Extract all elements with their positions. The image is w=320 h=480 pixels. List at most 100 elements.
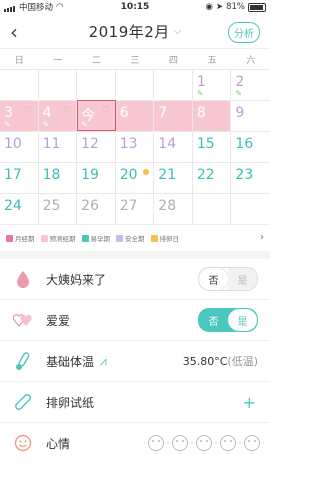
period-no-option[interactable]: 否 <box>199 268 228 290</box>
calendar-day[interactable]: 27 <box>115 193 155 224</box>
calendar-day[interactable]: 23 <box>231 162 270 193</box>
battery-icon <box>248 2 266 12</box>
calendar-day[interactable]: 11 <box>38 131 78 162</box>
heart-icon: ♡ <box>101 106 110 116</box>
legend-item: 月经期 <box>6 233 35 243</box>
legend-label: 月经期 <box>15 235 35 243</box>
period-row: 大姨妈来了 否 是 <box>0 259 270 300</box>
day-number: 8 <box>196 105 206 121</box>
calendar: 日一二三四五六 1 ✎ 2 ✎ 3 ♡ ✎ 4 ♡ ✎ 今 ♡ ✎ 6 7 8 9 10 11 12 13 14 15 16 1… <box>0 48 270 224</box>
weekday-label: 一 <box>53 55 63 66</box>
mood-angry-icon[interactable] <box>244 435 260 451</box>
calendar-empty-cell <box>231 193 270 224</box>
calendar-day[interactable]: 15 <box>192 131 232 162</box>
calendar-day[interactable]: 18 <box>38 162 78 193</box>
legend-swatch <box>40 234 48 242</box>
mood-sad-icon[interactable] <box>220 435 236 451</box>
legend-label: 排卵日 <box>159 235 180 243</box>
legend-swatch <box>81 234 89 242</box>
calendar-day[interactable]: 10 <box>0 131 39 162</box>
calendar-day[interactable]: 26 <box>77 193 116 224</box>
calendar-day[interactable]: 8 <box>192 100 232 131</box>
calendar-day[interactable]: 4 ♡ ✎ <box>38 100 78 131</box>
ovulation-test-row[interactable]: 排卵试纸 + <box>0 382 270 423</box>
period-toggle[interactable]: 否 是 <box>198 267 258 291</box>
calendar-day[interactable]: 13 <box>115 131 155 162</box>
legend-swatch <box>6 234 13 242</box>
calendar-legend: 月经期 预测经期 易孕期 安全期 排卵日 › <box>0 224 270 259</box>
day-number: 1 <box>196 74 206 90</box>
day-number: 13 <box>119 136 138 152</box>
calendar-day[interactable]: 19 <box>77 162 116 193</box>
legend-item: 排卵日 <box>150 233 180 243</box>
calendar-day[interactable]: 28 <box>154 193 193 224</box>
pencil-icon: ✎ <box>4 120 11 129</box>
weekday-label: 四 <box>169 55 179 66</box>
day-number: 14 <box>158 136 177 152</box>
back-icon[interactable]: ‹ <box>10 20 18 44</box>
day-number: 24 <box>4 198 22 214</box>
calendar-day[interactable]: 24 <box>0 193 39 224</box>
calendar-day[interactable]: 17 <box>0 162 39 193</box>
calendar-day[interactable]: 25 <box>38 193 78 224</box>
mood-neutral-icon[interactable] <box>196 435 212 451</box>
day-number: 2 <box>235 74 245 90</box>
weekday-label: 三 <box>130 55 140 66</box>
day-number: 18 <box>42 167 61 183</box>
love-toggle[interactable]: 否 是 <box>198 308 258 332</box>
temperature-label: 基础体温 <box>46 354 95 369</box>
temperature-row[interactable]: 基础体温 ⩘ 35.80°C(低温) <box>0 341 270 382</box>
calendar-day[interactable]: 21 <box>154 162 193 193</box>
calendar-day[interactable]: 9 <box>231 100 270 131</box>
day-number: 26 <box>81 198 99 214</box>
legend-item: 预测经期 <box>40 233 76 243</box>
calendar-day[interactable]: 16 <box>231 131 270 162</box>
legend-item: 易孕期 <box>81 233 110 243</box>
day-number: 19 <box>81 167 99 183</box>
love-no-option[interactable]: 否 <box>199 309 228 331</box>
calendar-day[interactable]: 6 <box>115 100 155 131</box>
pencil-icon: ✎ <box>81 120 88 129</box>
battery-percent: 81% <box>226 2 245 12</box>
calendar-empty-cell <box>154 69 193 100</box>
legend-label: 预测经期 <box>49 235 76 243</box>
calendar-day[interactable]: 14 <box>154 131 193 162</box>
day-number: 25 <box>42 198 61 214</box>
chart-icon[interactable]: ⩘ <box>100 354 107 369</box>
calendar-day[interactable]: 2 ✎ <box>231 69 270 100</box>
love-row: 爱爱 否 是 <box>0 300 270 341</box>
temperature-value: 35.80°C <box>182 355 228 368</box>
mood-happy-icon[interactable] <box>148 435 164 451</box>
month-title[interactable]: 2019年2月 <box>89 21 170 42</box>
day-number: 12 <box>81 136 99 152</box>
analysis-button[interactable]: 分析 <box>228 22 260 43</box>
calendar-day[interactable]: 22 <box>192 162 232 193</box>
calendar-day[interactable]: 12 <box>77 131 116 162</box>
pencil-icon: ✎ <box>196 89 204 98</box>
calendar-empty-cell <box>77 69 116 100</box>
add-icon[interactable]: + <box>243 393 256 412</box>
location-icon: ➤ <box>215 2 224 12</box>
lock-rotation-icon: ◉ <box>205 2 213 12</box>
pencil-icon: ✎ <box>42 120 50 129</box>
chevron-down-icon[interactable]: ⌵ <box>174 26 182 37</box>
calendar-day[interactable]: 1 ✎ <box>192 69 232 100</box>
day-number: 11 <box>42 136 61 152</box>
chevron-right-icon[interactable]: › <box>260 232 264 243</box>
calendar-day[interactable]: 3 ♡ ✎ <box>0 100 39 131</box>
mood-row: 心情 <box>0 423 270 463</box>
period-yes-option[interactable]: 是 <box>228 268 257 290</box>
day-number: 20 <box>119 167 138 183</box>
smile-icon <box>12 432 34 454</box>
calendar-day[interactable]: 20 <box>115 162 155 193</box>
day-number: 28 <box>158 198 177 214</box>
signal-icon <box>4 2 16 12</box>
legend-swatch <box>150 234 158 242</box>
status-bar: 中国移动 ◠ 10:15 ◉ ➤ 81% <box>0 0 270 14</box>
day-number: 27 <box>119 198 138 214</box>
calendar-day[interactable]: 7 <box>154 100 193 131</box>
pencil-icon: ✎ <box>235 89 243 98</box>
calendar-day[interactable]: 今 ♡ ✎ <box>77 100 116 131</box>
love-yes-option[interactable]: 是 <box>228 309 257 331</box>
mood-calm-icon[interactable] <box>172 435 188 451</box>
